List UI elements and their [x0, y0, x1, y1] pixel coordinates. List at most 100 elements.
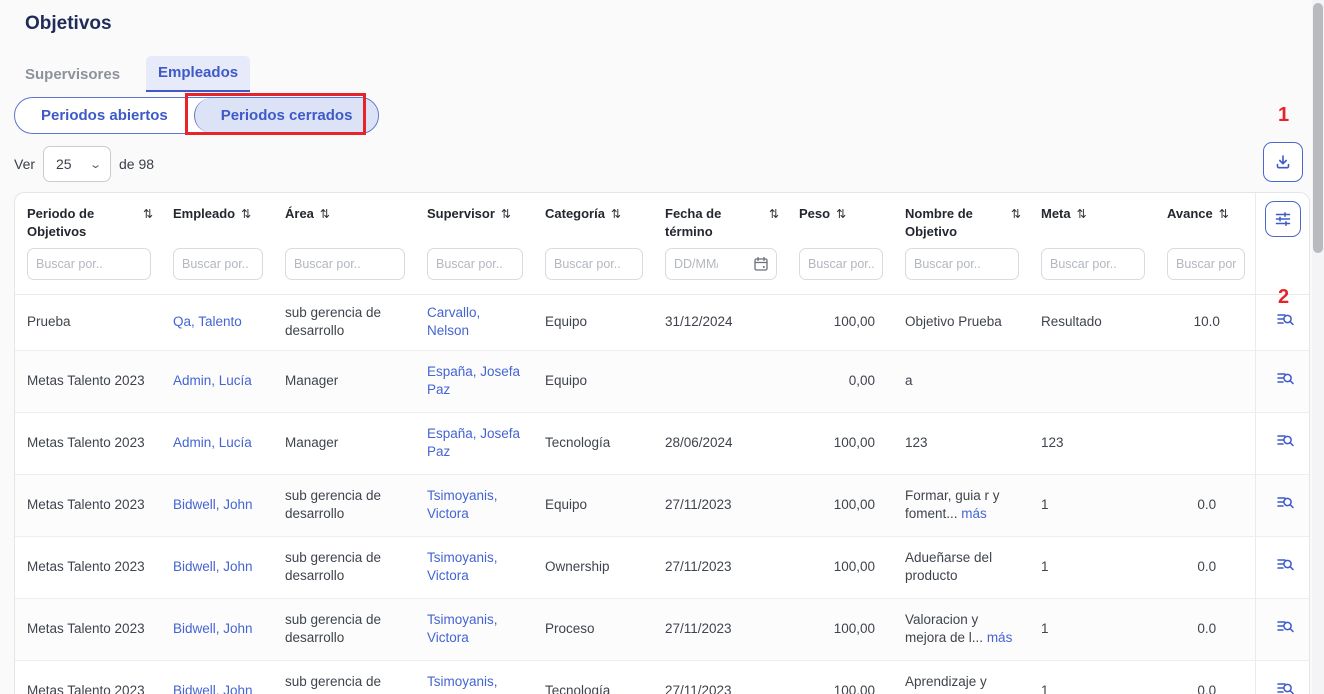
cell-nombre: Formar, guia r y foment... más: [893, 474, 1029, 536]
mas-link[interactable]: más: [987, 630, 1013, 645]
column-header-peso: Peso⇅: [787, 193, 893, 244]
table-row: Metas Talento 2023 Admin, Lucía Manager Esp…: [15, 350, 1310, 412]
supervisor-link[interactable]: España, Josefa Paz: [427, 364, 520, 397]
column-settings-button[interactable]: [1265, 201, 1301, 237]
supervisor-link[interactable]: España, Josefa Paz: [427, 426, 520, 459]
row-detail-button[interactable]: [1276, 493, 1295, 512]
supervisor-link[interactable]: Tsimoyanis, Victora: [427, 612, 498, 645]
mas-link[interactable]: más: [961, 506, 987, 521]
cell-empleado: Bidwell, John: [161, 536, 273, 598]
cell-peso: 100,00: [787, 598, 893, 660]
table-row: PruebaQa, Talentosub gerencia de desarro…: [15, 295, 1310, 350]
column-header-meta: Meta⇅: [1029, 193, 1155, 244]
sort-icon[interactable]: ⇅: [611, 206, 621, 222]
cell-fecha: 27/11/2023: [653, 660, 787, 694]
empleado-link[interactable]: Bidwell, John: [173, 497, 253, 512]
filter-supervisor-input[interactable]: [427, 248, 523, 280]
sort-icon[interactable]: ⇅: [501, 206, 511, 222]
cell-periodo: Metas Talento 2023: [15, 660, 161, 694]
filter-peso-input[interactable]: [799, 248, 883, 280]
column-header-categoria: Categoría⇅: [533, 193, 653, 244]
table-filter-row: DD/MM/AAAA: [15, 244, 1310, 295]
column-label-periodo: Periodo de Objetivos: [27, 205, 137, 240]
empleado-link[interactable]: Bidwell, John: [173, 621, 253, 636]
list-search-icon: [1276, 493, 1295, 512]
column-header-fecha: Fecha de término⇅: [653, 193, 787, 244]
filter-cell-fecha: DD/MM/AAAA: [653, 244, 787, 295]
supervisor-link[interactable]: Tsimoyanis, Victora: [427, 550, 498, 583]
column-header-avance: Avance⇅: [1155, 193, 1255, 244]
tab-supervisores[interactable]: Supervisores: [25, 58, 132, 92]
filter-meta-input[interactable]: [1041, 248, 1145, 280]
calendar-icon[interactable]: [753, 256, 769, 272]
cell-actions: [1255, 536, 1310, 598]
column-header-periodo: Periodo de Objetivos ⇅: [15, 193, 161, 244]
cell-meta: 1: [1029, 660, 1155, 694]
list-search-icon: [1276, 369, 1295, 388]
sort-icon[interactable]: ⇅: [143, 206, 153, 222]
supervisor-link[interactable]: Carvallo, Nelson: [427, 305, 480, 338]
row-detail-button[interactable]: [1276, 310, 1295, 329]
row-detail-button[interactable]: [1276, 555, 1295, 574]
row-detail-button[interactable]: [1276, 617, 1295, 636]
cell-meta: Resultado: [1029, 295, 1155, 350]
list-search-icon: [1276, 617, 1295, 636]
filter-nombre-input[interactable]: [905, 248, 1019, 280]
cell-empleado: Bidwell, John: [161, 598, 273, 660]
cell-area: Manager: [273, 350, 415, 412]
sort-icon[interactable]: ⇅: [241, 206, 251, 222]
tab-empleados[interactable]: Empleados: [146, 56, 250, 92]
sort-icon[interactable]: ⇅: [320, 206, 330, 222]
sort-icon[interactable]: ⇅: [769, 206, 779, 222]
sort-icon[interactable]: ⇅: [1077, 206, 1087, 222]
filter-cell-avance: [1155, 244, 1255, 295]
filter-fecha-date-input[interactable]: DD/MM/AAAA: [665, 248, 777, 280]
list-search-icon: [1276, 431, 1295, 450]
filter-cell-nombre: [893, 244, 1029, 295]
scrollbar-thumb[interactable]: [1313, 3, 1323, 253]
cell-peso: 0,00: [787, 350, 893, 412]
cell-avance: 0.0: [1155, 660, 1255, 694]
filter-categoria-input[interactable]: [545, 248, 643, 280]
filter-cell-peso: [787, 244, 893, 295]
objective-name: a: [905, 373, 913, 388]
row-detail-button[interactable]: [1276, 679, 1295, 694]
sort-icon[interactable]: ⇅: [1011, 206, 1021, 222]
download-button[interactable]: [1263, 142, 1303, 182]
filter-periodo-input[interactable]: [27, 248, 151, 280]
empleado-link[interactable]: Qa, Talento: [173, 314, 242, 329]
cell-periodo: Metas Talento 2023: [15, 350, 161, 412]
filter-empleado-input[interactable]: [173, 248, 263, 280]
cell-avance: [1155, 412, 1255, 474]
periodos-cerrados-button[interactable]: Periodos cerrados: [194, 98, 379, 133]
cell-fecha: 27/11/2023: [653, 598, 787, 660]
empleado-link[interactable]: Admin, Lucía: [173, 435, 252, 450]
objetivos-table-card: Periodo de Objetivos⇅Empleado⇅Área⇅Super…: [14, 192, 1310, 694]
sort-icon[interactable]: ⇅: [1219, 206, 1229, 222]
cell-meta: 123: [1029, 412, 1155, 474]
empleado-link[interactable]: Admin, Lucía: [173, 373, 252, 388]
sort-icon[interactable]: ⇅: [836, 206, 846, 222]
objetivos-table: Periodo de Objetivos⇅Empleado⇅Área⇅Super…: [15, 193, 1310, 694]
cell-nombre: Valoracion y mejora de l... más: [893, 598, 1029, 660]
empleado-link[interactable]: Bidwell, John: [173, 683, 253, 694]
page-size-select[interactable]: 25 ⌄: [43, 146, 111, 182]
column-header-area: Área⇅: [273, 193, 415, 244]
cell-supervisor: Tsimoyanis, Victora: [415, 474, 533, 536]
supervisor-link[interactable]: Tsimoyanis, Victora: [427, 674, 498, 694]
chevron-down-icon: ⌄: [89, 158, 102, 171]
tab-bar: Supervisores Empleados: [25, 56, 250, 92]
supervisor-link[interactable]: Tsimoyanis, Victora: [427, 488, 498, 521]
periodos-abiertos-button[interactable]: Periodos abiertos: [15, 98, 194, 133]
row-detail-button[interactable]: [1276, 369, 1295, 388]
empleado-link[interactable]: Bidwell, John: [173, 559, 253, 574]
filter-cell-meta: [1029, 244, 1155, 295]
cell-area: sub gerencia de desarrollo: [273, 295, 415, 350]
filter-avance-input[interactable]: [1167, 248, 1245, 280]
list-search-icon: [1276, 555, 1295, 574]
cell-periodo: Metas Talento 2023: [15, 536, 161, 598]
annotation-number-1: 1: [1278, 104, 1289, 127]
row-detail-button[interactable]: [1276, 431, 1295, 450]
cell-fecha: 27/11/2023: [653, 536, 787, 598]
filter-area-input[interactable]: [285, 248, 405, 280]
